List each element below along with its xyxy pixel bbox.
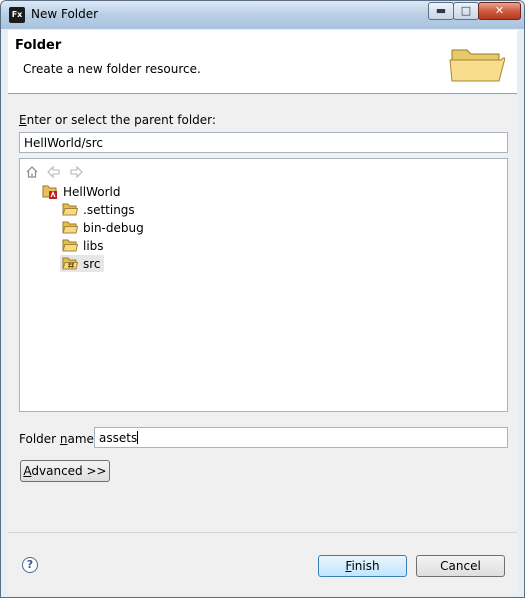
parent-folder-input[interactable]: HellWorld/src xyxy=(19,132,508,153)
parent-folder-label: Enter or select the parent folder: xyxy=(19,113,216,127)
minimize-icon: ▬ xyxy=(435,4,447,17)
maximize-button[interactable]: □ xyxy=(453,2,479,20)
close-button[interactable]: ✕ xyxy=(478,2,521,20)
back-arrow-icon[interactable] xyxy=(47,165,61,179)
close-icon: ✕ xyxy=(494,4,505,17)
app-icon: Fx xyxy=(9,7,25,23)
advanced-button[interactable]: Advanced >> xyxy=(20,460,110,482)
minimize-button[interactable]: ▬ xyxy=(428,2,454,20)
tree-item-bin-debug[interactable]: bin-debug xyxy=(62,219,144,236)
new-folder-dialog: Fx New Folder ▬ □ ✕ Folder Create a new … xyxy=(0,0,525,598)
tree-item-settings[interactable]: .settings xyxy=(62,201,135,218)
folder-name-label: Folder name: xyxy=(19,432,98,446)
finish-button[interactable]: Finish xyxy=(318,555,407,577)
folder-icon xyxy=(449,49,505,82)
wizard-body: Enter or select the parent folder: HellW… xyxy=(8,95,517,531)
tree-item-label: HellWorld xyxy=(63,184,121,199)
page-title: Folder xyxy=(15,38,62,53)
tree-item-label: libs xyxy=(83,238,104,253)
forward-arrow-icon[interactable] xyxy=(69,165,83,179)
maximize-icon: □ xyxy=(460,4,472,17)
project-folder-icon xyxy=(42,185,57,199)
tree-item-project[interactable]: HellWorld xyxy=(42,183,120,200)
folder-tree[interactable]: HellWorld .settings bin-debug libs src xyxy=(19,158,508,412)
folder-name-input[interactable]: assets xyxy=(94,427,508,448)
help-icon[interactable]: ? xyxy=(22,557,38,573)
tree-item-src[interactable]: src xyxy=(60,255,104,272)
page-description: Create a new folder resource. xyxy=(23,62,201,76)
folder-icon xyxy=(62,221,78,234)
home-icon[interactable] xyxy=(25,165,39,179)
tree-item-label: bin-debug xyxy=(83,220,144,235)
cancel-button[interactable]: Cancel xyxy=(416,555,505,577)
tree-item-label: src xyxy=(83,256,101,271)
tree-item-label: .settings xyxy=(83,202,135,217)
tree-item-libs[interactable]: libs xyxy=(62,237,104,254)
window-title: New Folder xyxy=(31,7,99,21)
title-bar: Fx New Folder ▬ □ ✕ xyxy=(1,1,524,29)
folder-icon xyxy=(62,239,78,252)
folder-icon xyxy=(62,203,78,216)
source-folder-icon xyxy=(62,257,78,270)
wizard-header: Folder Create a new folder resource. xyxy=(8,30,517,94)
wizard-footer: ? Finish Cancel xyxy=(8,532,517,595)
